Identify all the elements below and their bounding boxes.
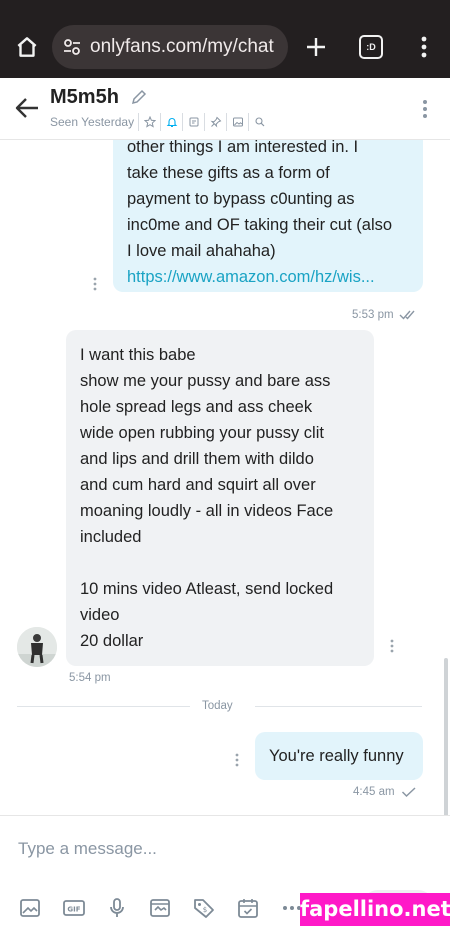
browser-toolbar: onlyfans.com/my/chat :D xyxy=(0,0,450,78)
incoming-message-bubble[interactable]: I want this babe show me your pussy and … xyxy=(66,330,374,666)
chat-actions xyxy=(138,113,270,131)
chat-header: M5m5h Seen Yesterday xyxy=(0,78,450,140)
browser-menu-icon[interactable] xyxy=(414,34,434,60)
search-icon[interactable] xyxy=(248,113,270,131)
message-options-icon[interactable] xyxy=(233,752,241,768)
back-arrow-icon[interactable] xyxy=(14,96,40,120)
price-tag-icon[interactable]: $ xyxy=(192,896,216,920)
home-icon[interactable] xyxy=(14,34,40,60)
image-upload-icon[interactable] xyxy=(18,896,42,920)
gallery-icon[interactable] xyxy=(226,113,248,131)
avatar[interactable] xyxy=(17,627,57,667)
message-text: I want this babe show me your pussy and … xyxy=(80,346,334,650)
message-timestamp: 5:53 pm xyxy=(352,309,394,321)
contact-name[interactable]: M5m5h xyxy=(50,86,119,109)
notification-bell-icon[interactable] xyxy=(160,113,182,131)
svg-text:GIF: GIF xyxy=(67,906,80,914)
address-bar[interactable]: onlyfans.com/my/chat xyxy=(52,25,288,69)
chat-menu-icon[interactable] xyxy=(418,98,432,120)
message-timestamp: 5:54 pm xyxy=(69,672,111,684)
day-divider: Today xyxy=(17,700,422,712)
outgoing-message-bubble[interactable]: You're really funny xyxy=(255,732,423,780)
favorite-star-icon[interactable] xyxy=(138,113,160,131)
day-divider-label: Today xyxy=(202,700,233,712)
media-vault-icon[interactable] xyxy=(148,896,172,920)
double-check-read-icon xyxy=(399,310,415,320)
gif-icon[interactable]: GIF xyxy=(62,896,86,920)
message-list[interactable]: other things I am interested in. I take … xyxy=(0,140,450,815)
pin-icon[interactable] xyxy=(204,113,226,131)
site-settings-icon[interactable] xyxy=(62,37,82,57)
seen-status: Seen Yesterday xyxy=(50,115,135,129)
notes-icon[interactable] xyxy=(182,113,204,131)
message-text: You're really funny xyxy=(269,747,404,765)
tab-switcher-button[interactable]: :D xyxy=(359,35,383,59)
schedule-calendar-icon[interactable] xyxy=(236,896,260,920)
message-timestamp: 4:45 am xyxy=(353,786,395,798)
url-text: onlyfans.com/my/chat xyxy=(90,36,274,57)
single-check-sent-icon xyxy=(401,787,416,798)
watermark: fapellino.net xyxy=(300,893,450,926)
microphone-icon[interactable] xyxy=(105,896,129,920)
message-link[interactable]: https://www.amazon.com/hz/wis... xyxy=(127,264,409,290)
edit-name-icon[interactable] xyxy=(130,88,148,106)
message-options-icon[interactable] xyxy=(388,638,396,654)
new-tab-icon[interactable] xyxy=(304,35,328,59)
message-input[interactable] xyxy=(8,832,428,866)
scrollbar[interactable] xyxy=(444,658,448,815)
message-text: other things I am interested in. I take … xyxy=(127,140,393,260)
svg-text:$: $ xyxy=(203,906,207,914)
message-options-icon[interactable] xyxy=(91,276,99,292)
outgoing-message-bubble[interactable]: other things I am interested in. I take … xyxy=(113,140,423,292)
